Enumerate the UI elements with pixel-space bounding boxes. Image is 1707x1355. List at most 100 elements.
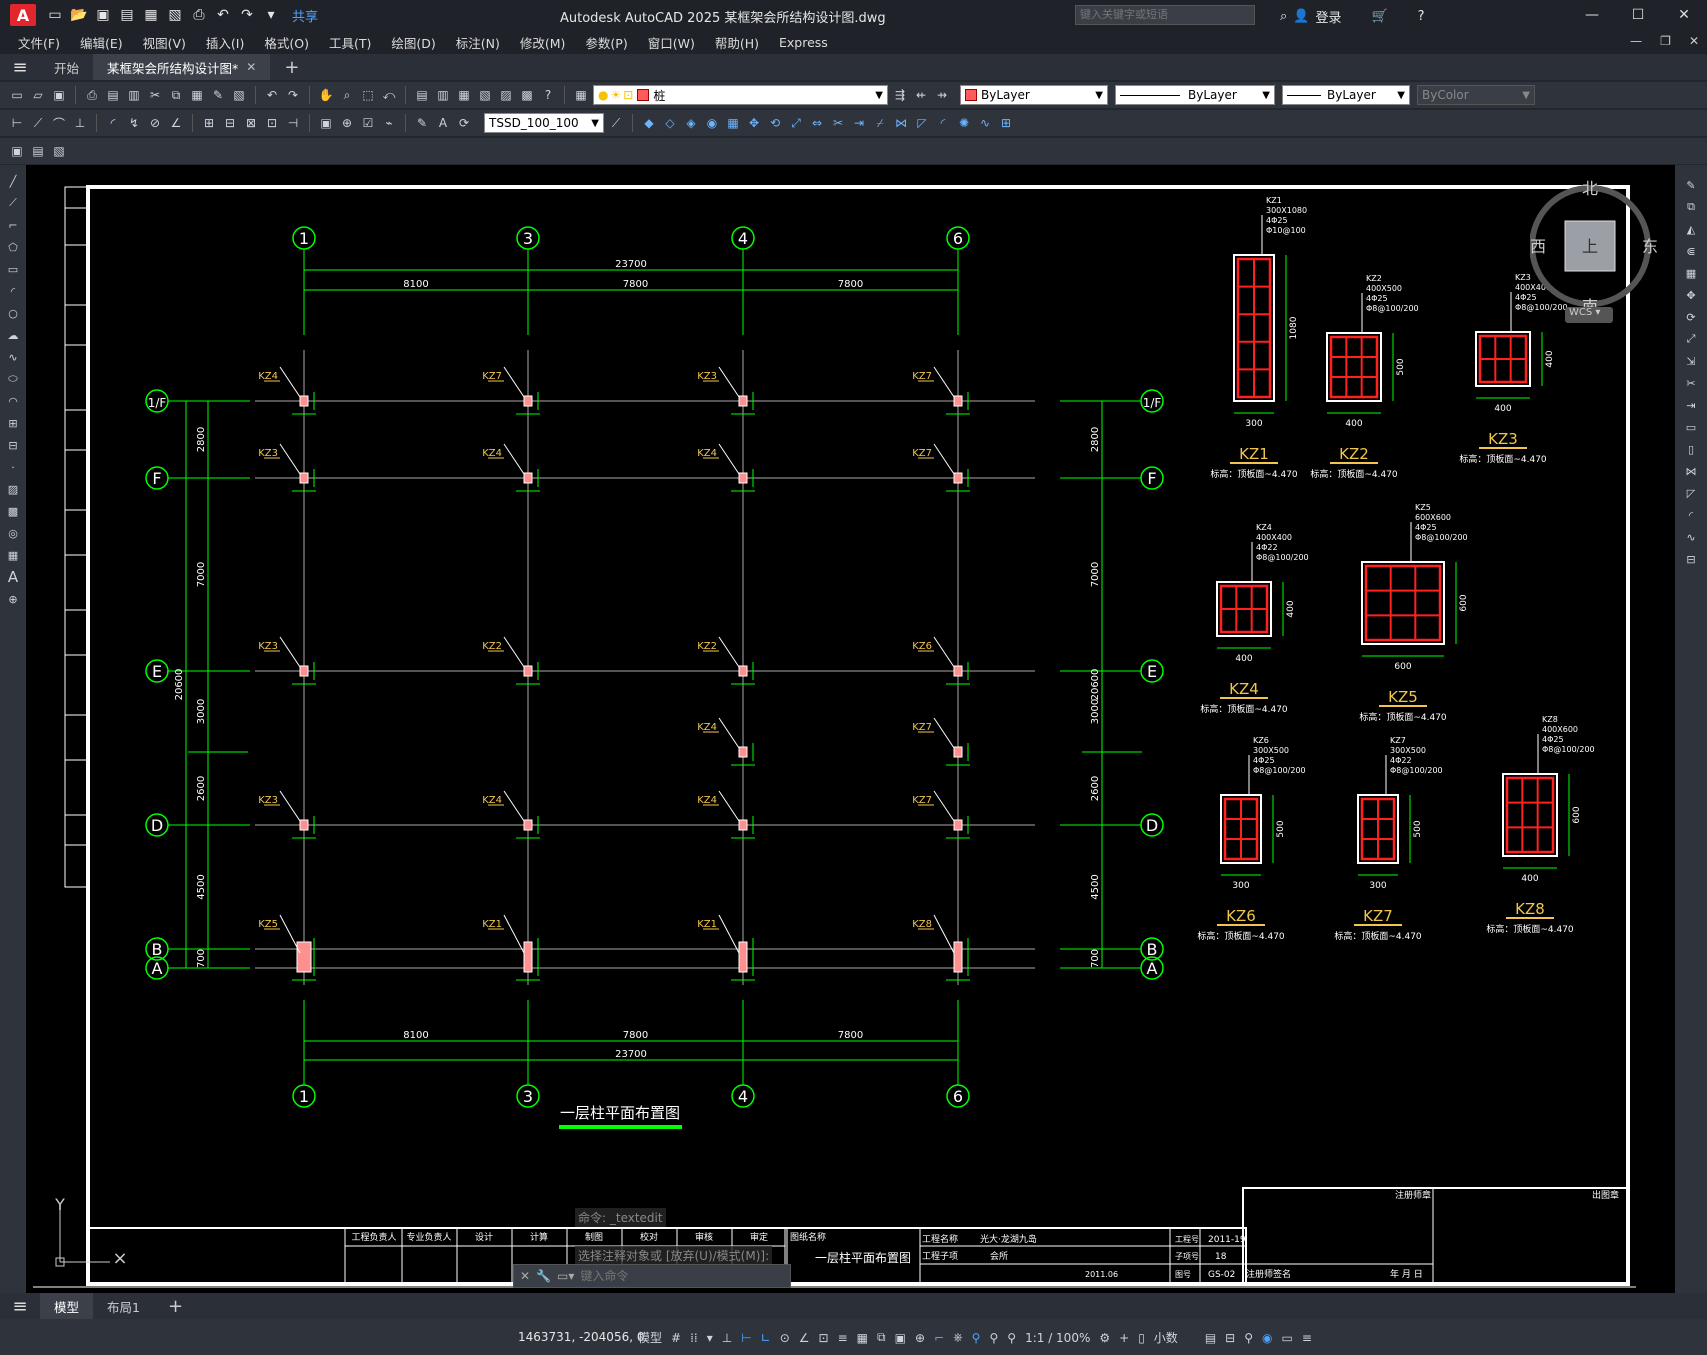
infer-icon[interactable]: ▾: [707, 1331, 713, 1345]
modify-stretch-icon[interactable]: ⇔: [808, 114, 826, 132]
ellipse-arc-icon[interactable]: ◠: [4, 393, 22, 409]
annotation-monitor-icon[interactable]: ⊕: [915, 1331, 925, 1345]
join-icon[interactable]: ⋈: [1682, 463, 1700, 479]
save-as-icon[interactable]: ▤: [116, 4, 138, 26]
array-icon[interactable]: ▦: [1682, 265, 1700, 281]
polygon-icon[interactable]: ⬠: [4, 239, 22, 255]
drawing-canvas[interactable]: 1 1 3 3 4 4 6 6 1/F 1/F F F E E D D B B A A 23700 8100 7800 78…: [26, 165, 1675, 1300]
baseline-dim-icon[interactable]: ⊟: [221, 114, 239, 132]
menu-file[interactable]: 文件(F): [8, 33, 70, 52]
blockeditor-icon[interactable]: ▧: [230, 86, 248, 104]
osnap-icon[interactable]: ⊡: [819, 1331, 829, 1345]
lineweight-icon[interactable]: ≡: [838, 1331, 848, 1345]
break-point-icon[interactable]: ▭: [1682, 419, 1700, 435]
plotstyle-dropdown[interactable]: ByColor ▼: [1417, 85, 1535, 105]
tab-layout1[interactable]: 布局1: [93, 1293, 154, 1319]
stretch-icon[interactable]: ⇲: [1682, 353, 1700, 369]
doc-close-icon[interactable]: ✕: [1689, 34, 1699, 48]
cmd-close-icon[interactable]: ✕: [520, 1269, 530, 1283]
markup-icon[interactable]: ▨: [497, 86, 515, 104]
units-icon[interactable]: ▯: [1138, 1331, 1145, 1345]
cut-icon[interactable]: ✂: [146, 86, 164, 104]
hardware-accel-icon[interactable]: ◉: [1262, 1331, 1272, 1345]
arc-icon[interactable]: ◜: [4, 283, 22, 299]
login-button[interactable]: 登录: [1315, 7, 1341, 26]
layer-properties-icon[interactable]: ▦: [572, 86, 590, 104]
layouts-menu-icon[interactable]: ≡: [0, 1296, 40, 1317]
mtext-icon[interactable]: A: [4, 568, 22, 586]
command-line[interactable]: ✕ 🔧 ▭▾: [513, 1264, 791, 1288]
ellipse-icon[interactable]: ⬭: [4, 371, 22, 387]
diameter-dim-icon[interactable]: ⊘: [146, 114, 164, 132]
polyline-icon[interactable]: ⌐: [4, 217, 22, 233]
minimize-icon[interactable]: —: [1569, 0, 1615, 30]
new-tab-icon[interactable]: +: [270, 54, 313, 80]
viewcube-top[interactable]: 上: [1582, 237, 1598, 256]
plot-icon[interactable]: ⎙: [83, 86, 101, 104]
undo-icon[interactable]: ↶: [212, 4, 234, 26]
transparency-icon[interactable]: ▦: [857, 1331, 868, 1345]
zoom-window-icon[interactable]: ⬚: [359, 86, 377, 104]
menu-parametric[interactable]: 参数(P): [575, 33, 637, 52]
chamfer-icon[interactable]: ◸: [1682, 485, 1700, 501]
continue-dim-icon[interactable]: ⊠: [242, 114, 260, 132]
menu-view[interactable]: 视图(V): [133, 33, 196, 52]
layer-previous-icon[interactable]: ⇷: [912, 86, 930, 104]
viewcube[interactable]: 上 北 南 东 西 WCS ▾: [1529, 179, 1660, 323]
linear-dim-icon[interactable]: ⊢: [8, 114, 26, 132]
dimstyle-manager-icon[interactable]: ⟋: [607, 114, 625, 132]
dim-text-edit-icon[interactable]: A: [434, 114, 452, 132]
make-block-icon[interactable]: ⊟: [4, 437, 22, 453]
autocad-logo[interactable]: A: [10, 4, 36, 26]
dim-space-icon[interactable]: ⊡: [263, 114, 281, 132]
modify-array-icon[interactable]: ▦: [724, 114, 742, 132]
sheetset-icon[interactable]: ▧: [476, 86, 494, 104]
scale-icon[interactable]: ⤢: [1682, 331, 1700, 347]
undo-icon[interactable]: ↶: [263, 86, 281, 104]
modify-offset-icon[interactable]: ◉: [703, 114, 721, 132]
clean-screen-icon[interactable]: ▭: [1282, 1331, 1293, 1345]
qat-dropdown-icon[interactable]: ▾: [260, 4, 282, 26]
grid-icon[interactable]: #: [671, 1331, 681, 1345]
web-open-icon[interactable]: ▦: [140, 4, 162, 26]
doc-minimize-icon[interactable]: —: [1630, 34, 1642, 48]
add-icon[interactable]: +: [1119, 1331, 1129, 1345]
menu-format[interactable]: 格式(O): [254, 33, 319, 52]
add-selected-icon[interactable]: ⊕: [4, 591, 22, 607]
save-icon[interactable]: ▣: [92, 4, 114, 26]
modify-explode-icon[interactable]: ✺: [955, 114, 973, 132]
matchprop-icon[interactable]: ✎: [209, 86, 227, 104]
share-button[interactable]: 共享: [292, 6, 318, 25]
ordinate-dim-icon[interactable]: ⊥: [71, 114, 89, 132]
tolerance-icon[interactable]: ▣: [317, 114, 335, 132]
radius-dim-icon[interactable]: ◜: [104, 114, 122, 132]
viewcube-west[interactable]: 西: [1530, 237, 1546, 256]
modify-trim-icon[interactable]: ✂: [829, 114, 847, 132]
isolate-icon[interactable]: ⚲: [1244, 1331, 1253, 1345]
modify-join-icon[interactable]: ⋈: [892, 114, 910, 132]
center-mark-icon[interactable]: ⊕: [338, 114, 356, 132]
dim-break-icon[interactable]: ⊣: [284, 114, 302, 132]
rectangle-icon[interactable]: ▭: [4, 261, 22, 277]
menu-window[interactable]: 窗口(W): [638, 33, 705, 52]
snap-icon[interactable]: ⁞⁞: [690, 1331, 698, 1345]
dim-update-icon[interactable]: ⟳: [455, 114, 473, 132]
otrack-icon[interactable]: ∠: [799, 1331, 810, 1345]
pan-icon[interactable]: ✋: [317, 86, 335, 104]
rotate-icon[interactable]: ⟳: [1682, 309, 1700, 325]
modify-mirror-icon[interactable]: ◈: [682, 114, 700, 132]
table-icon[interactable]: ▦: [4, 547, 22, 563]
close-icon[interactable]: ✕: [1661, 0, 1707, 30]
layer-dropdown[interactable]: ● ☀ ⊡ 桩 ▼: [593, 85, 888, 105]
offset-icon[interactable]: ⋐: [1682, 243, 1700, 259]
properties-icon[interactable]: ▤: [413, 86, 431, 104]
cmd-customize-icon[interactable]: 🔧: [536, 1269, 551, 1283]
copy-icon[interactable]: ⧉: [1682, 199, 1700, 215]
lineweight-dropdown[interactable]: ByLayer ▼: [1282, 85, 1410, 105]
units-dropdown[interactable]: 小数: [1154, 1329, 1178, 1346]
quick-dim-icon[interactable]: ⊞: [200, 114, 218, 132]
paste-icon[interactable]: ▦: [188, 86, 206, 104]
tab-model[interactable]: 模型: [40, 1293, 94, 1319]
inspect-icon[interactable]: ☑: [359, 114, 377, 132]
erase-icon[interactable]: ✎: [1682, 177, 1700, 193]
